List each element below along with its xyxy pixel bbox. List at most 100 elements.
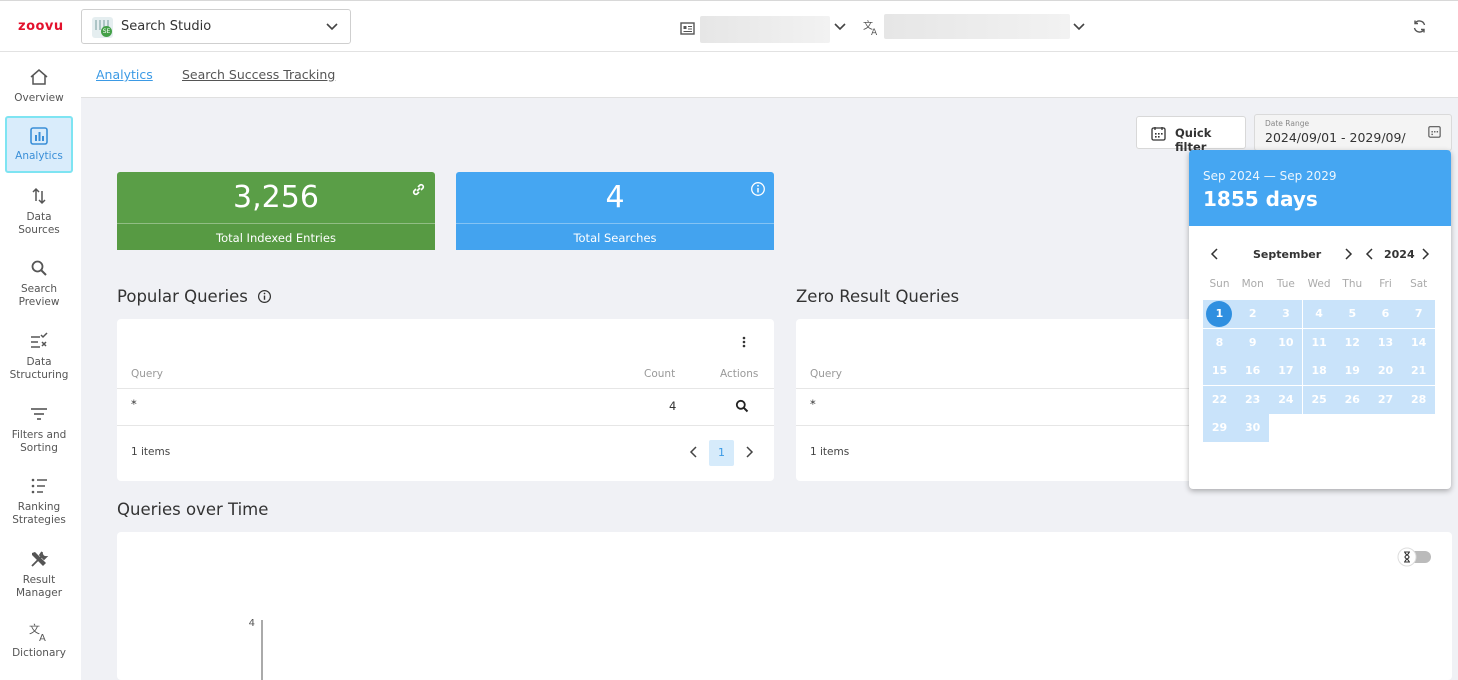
sidebar-item-label: Analytics [15,150,63,162]
calendar-day[interactable]: 17 [1269,357,1303,385]
column-header-actions: Actions [720,368,759,380]
quick-filter-button[interactable]: Quick filter [1136,116,1246,154]
calendar-day[interactable]: 29 [1203,414,1236,442]
sidebar-item-filters-and-sorting[interactable]: Filters and Sorting [5,403,73,455]
calendar-day[interactable]: 11 [1302,328,1336,357]
chevron-down-icon[interactable] [1071,18,1087,34]
tab-analytics[interactable]: Analytics [96,67,153,82]
calendar-day[interactable]: 28 [1402,385,1436,414]
app-selector[interactable]: SE Search Studio [81,9,351,44]
calendar-day[interactable]: 18 [1302,357,1336,385]
calendar-day[interactable]: 30 [1236,414,1270,442]
calendar-header: Sep 2024 — Sep 2029 1855 days [1189,150,1451,226]
search-icon [31,260,47,276]
calendar-day[interactable]: 13 [1369,328,1402,357]
popular-queries-title: Popular Queries [117,287,272,306]
calendar-day[interactable]: 14 [1402,328,1436,357]
sidebar-item-search-preview[interactable]: Search Preview [5,257,73,309]
top-bar: zoovu SE Search Studio 文A [0,0,1458,52]
y-tick-label: 4 [249,618,255,629]
weekday-label: Tue [1276,278,1295,290]
calendar-day[interactable]: 12 [1335,328,1369,357]
calendar-day[interactable]: 16 [1236,357,1270,385]
prev-month-icon[interactable] [1210,248,1220,260]
sidebar-item-label: Data Structuring [9,356,69,381]
next-year-icon[interactable] [1420,248,1430,260]
sidebar-item-label: Result Manager [15,574,63,599]
sub-tabs: Analytics Search Success Tracking [81,52,1458,98]
calendar-day[interactable]: 3 [1269,300,1303,328]
calendar-day[interactable]: 9 [1236,328,1270,357]
calendar-day[interactable]: 4 [1302,300,1336,328]
items-count: 1 items [810,446,850,458]
calendar-day[interactable]: 6 [1369,300,1402,328]
pagination-page-1[interactable]: 1 [709,440,734,466]
date-range-field[interactable]: Date Range 2024/09/01 - 2029/09/ [1254,114,1452,151]
search-icon[interactable] [735,399,749,413]
sidebar-item-ranking-strategies[interactable]: Ranking Strategies [5,475,73,527]
tab-search-success-tracking[interactable]: Search Success Tracking [182,67,335,82]
kpi-value: 3,256 [233,180,319,215]
popular-queries-card: Query Count Actions * 4 1 items 1 [117,319,774,481]
chevron-down-icon [326,23,338,31]
calendar-day[interactable]: 23 [1236,385,1270,414]
more-vertical-icon[interactable] [740,335,748,349]
svg-text:A: A [871,28,878,36]
sidebar-item-data-sources[interactable]: Data Sources [5,185,73,237]
info-icon[interactable] [750,181,766,197]
sidebar-item-label: Search Preview [18,283,60,308]
zoovu-logo[interactable]: zoovu [18,19,64,34]
link-icon[interactable] [410,181,427,198]
chart-mode-toggle[interactable] [1397,547,1433,567]
sidebar-item-dictionary[interactable]: 文A Dictionary [5,621,73,660]
calendar-day[interactable]: 20 [1369,357,1402,385]
chevron-right-icon[interactable] [744,446,754,458]
chevron-down-icon[interactable] [832,18,848,34]
zero-result-queries-title: Zero Result Queries [796,287,960,306]
calendar-day[interactable]: 2 [1236,300,1270,328]
weekday-label: Wed [1307,278,1331,290]
weekday-label: Sat [1410,278,1428,290]
column-header-query: Query [810,368,842,380]
calendar-days-count: 1855 days [1203,187,1318,211]
next-month-icon[interactable] [1343,248,1353,260]
calendar-day[interactable]: 5 [1335,300,1369,328]
prev-year-icon[interactable] [1365,248,1375,260]
weekday-label: Sun [1209,278,1230,290]
calendar-day[interactable]: 24 [1269,385,1303,414]
home-icon [30,69,48,85]
kpi-total-indexed-entries: 3,256 Total Indexed Entries [117,172,435,250]
weekday-label: Fri [1379,278,1392,290]
calendar-day[interactable]: 10 [1269,328,1303,357]
calendar-icon[interactable] [1428,125,1441,138]
sidebar-item-analytics[interactable]: Analytics [5,116,73,173]
weekday-label: Mon [1241,278,1264,290]
calendar-year[interactable]: 2024 [1384,248,1415,261]
calendar-day[interactable]: 19 [1335,357,1369,385]
chevron-left-icon[interactable] [689,446,699,458]
environment-selector[interactable] [700,16,830,43]
info-icon[interactable] [257,289,272,304]
calendar-day[interactable]: 26 [1335,385,1369,414]
list-check-icon [31,332,48,348]
sidebar: Overview Analytics Data Sources Search P… [0,52,81,680]
sidebar-item-data-structuring[interactable]: Data Structuring [5,330,73,382]
calendar-day[interactable]: 8 [1203,328,1236,357]
environment-icon [680,22,695,35]
calendar-day[interactable]: 21 [1402,357,1436,385]
calendar-day[interactable]: 25 [1302,385,1336,414]
items-count: 1 items [131,446,171,458]
calendar-day[interactable]: 1 [1203,300,1236,328]
calendar-month[interactable]: September [1253,248,1321,261]
calendar-day[interactable]: 27 [1369,385,1402,414]
translate-icon: 文A [29,622,46,643]
calendar-day[interactable]: 7 [1402,300,1436,328]
queries-over-time-chart: 4 [249,618,263,680]
date-range-caption: Date Range [1265,119,1310,128]
sidebar-item-result-manager[interactable]: Result Manager [5,548,73,600]
sidebar-item-overview[interactable]: Overview [5,66,73,105]
refresh-icon[interactable] [1412,19,1427,34]
calendar-day[interactable]: 15 [1203,357,1236,385]
language-selector[interactable] [884,14,1070,39]
calendar-day[interactable]: 22 [1203,385,1236,414]
